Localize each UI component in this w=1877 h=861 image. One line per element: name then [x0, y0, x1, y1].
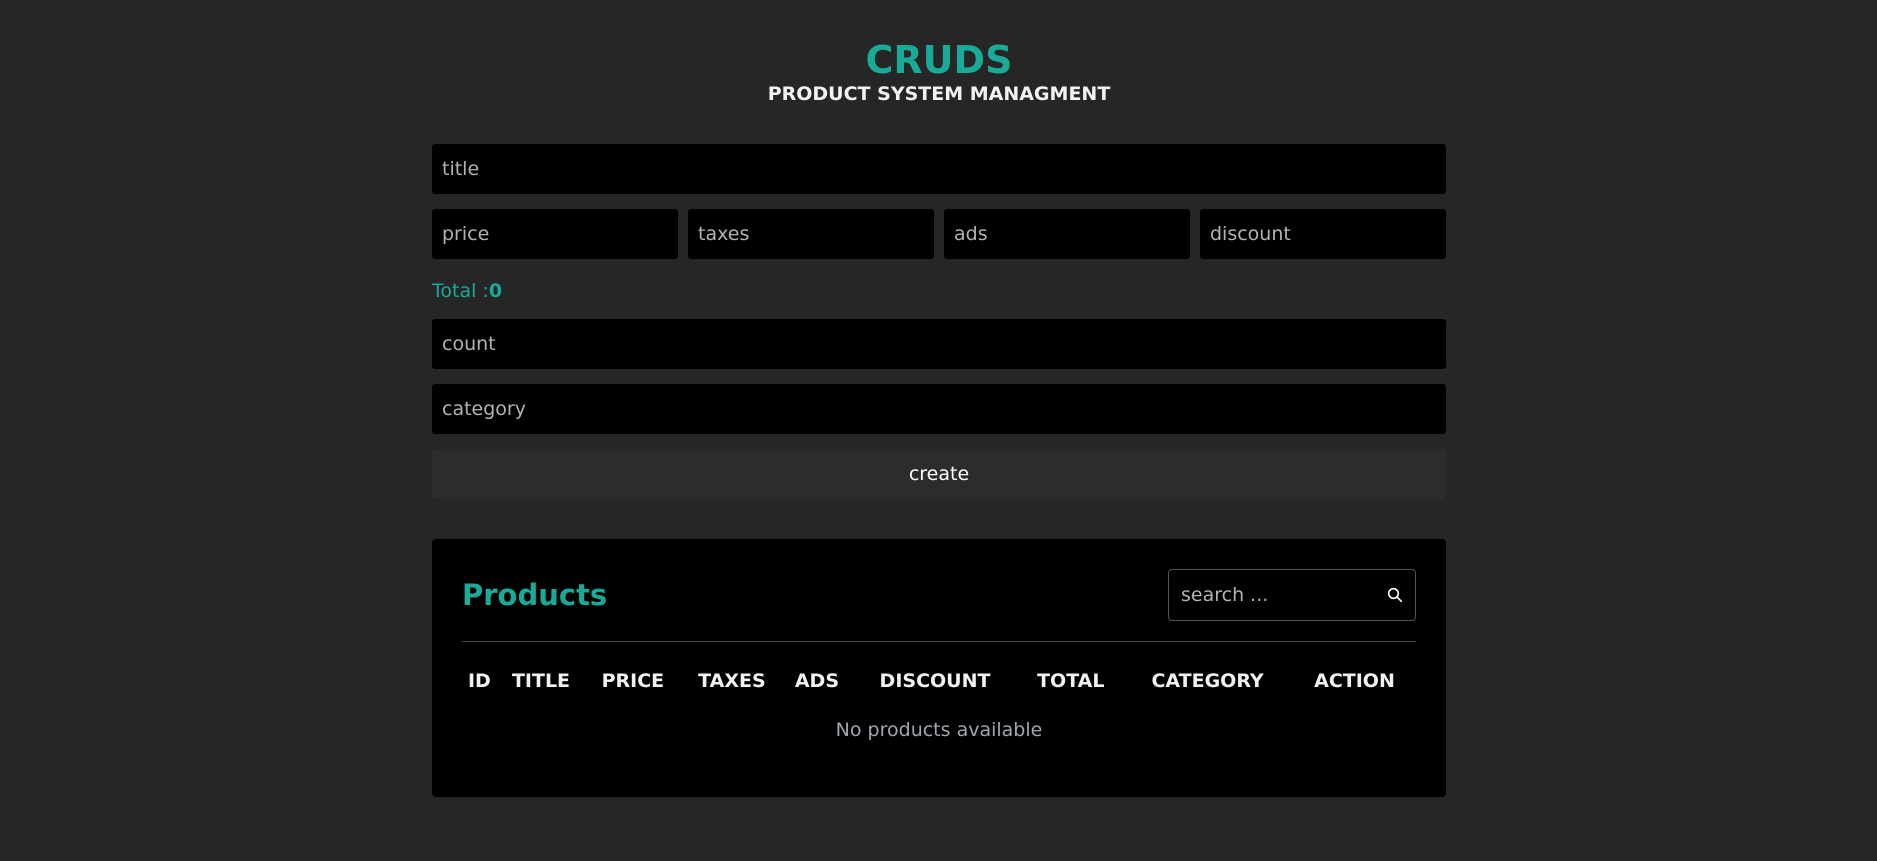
- column-header-category: CATEGORY: [1151, 670, 1264, 692]
- column-header-discount: DISCOUNT: [879, 670, 991, 692]
- total-display: Total :0: [432, 279, 1446, 303]
- search-icon[interactable]: [1385, 585, 1405, 605]
- ads-input[interactable]: [944, 209, 1190, 259]
- column-header-price: PRICE: [601, 670, 665, 692]
- column-header-total: TOTAL: [1037, 670, 1105, 692]
- search-input[interactable]: [1179, 583, 1385, 607]
- total-value: 0: [488, 280, 503, 302]
- column-header-title: TITLE: [511, 670, 571, 692]
- category-input[interactable]: [432, 384, 1446, 434]
- search-box: [1168, 569, 1416, 621]
- total-label: Total :: [432, 280, 489, 302]
- column-header-id: ID: [467, 670, 491, 692]
- app-subtitle: PRODUCT SYSTEM MANAGMENT: [767, 83, 1111, 105]
- app-container: CRUDS PRODUCT SYSTEM MANAGMENT Total :0 …: [432, 0, 1446, 797]
- discount-input[interactable]: [1200, 209, 1446, 259]
- empty-message: No products available: [835, 719, 1043, 741]
- column-header-ads: ADS: [794, 670, 840, 692]
- product-form: Total :0 create: [432, 144, 1446, 499]
- app-title: CRUDS: [865, 38, 1013, 82]
- table-header-row: ID TITLE PRICE TAXES ADS DISCOUNT TOTAL …: [462, 667, 1416, 705]
- products-panel-header: Products: [462, 569, 1416, 642]
- taxes-input[interactable]: [688, 209, 934, 259]
- header: CRUDS PRODUCT SYSTEM MANAGMENT: [432, 0, 1446, 106]
- title-input[interactable]: [432, 144, 1446, 194]
- column-header-action: ACTION: [1314, 670, 1395, 692]
- products-table: ID TITLE PRICE TAXES ADS DISCOUNT TOTAL …: [462, 667, 1416, 742]
- products-panel: Products ID TITLE PRICE TAXES ADS: [432, 539, 1446, 797]
- price-fields-row: [432, 209, 1446, 259]
- create-button[interactable]: create: [432, 449, 1446, 499]
- empty-row: No products available: [462, 705, 1416, 742]
- products-title: Products: [462, 578, 608, 612]
- count-input[interactable]: [432, 319, 1446, 369]
- column-header-taxes: TAXES: [698, 670, 766, 692]
- price-input[interactable]: [432, 209, 678, 259]
